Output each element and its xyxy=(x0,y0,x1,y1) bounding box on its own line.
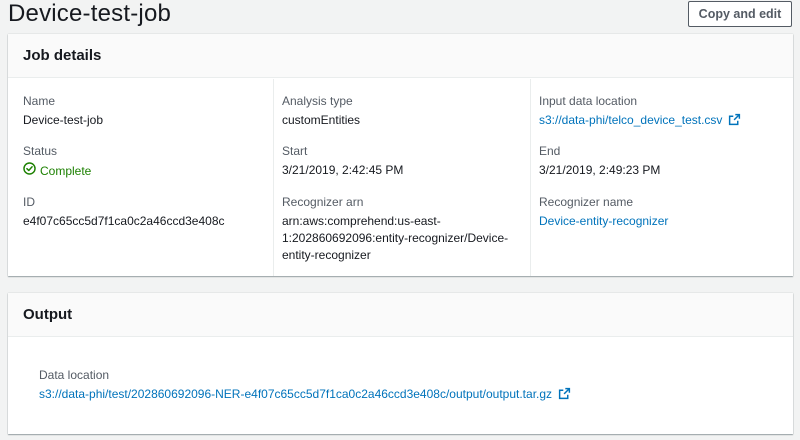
recognizer-arn-line: entity-recognizer xyxy=(282,248,371,262)
status-value: Complete xyxy=(23,162,273,180)
output-title: Output xyxy=(23,306,73,323)
recognizer-arn-line: arn:aws:comprehend:us-east- xyxy=(282,214,441,228)
input-location-link[interactable]: s3://data-phi/telco_device_test.csv xyxy=(539,113,722,127)
output-panel: Output Data location s3://data-phi/test/… xyxy=(8,293,793,434)
start-field: Start 3/21/2019, 2:42:45 PM xyxy=(282,143,530,179)
recognizer-arn-line: 1:202860692096:entity-recognizer/Device- xyxy=(282,231,509,245)
external-link-icon[interactable] xyxy=(558,387,571,405)
page-title: Device-test-job xyxy=(8,0,172,27)
end-field: End 3/21/2019, 2:49:23 PM xyxy=(539,143,790,179)
data-location-field: Data location s3://data-phi/test/2028606… xyxy=(39,367,571,405)
data-location-value: s3://data-phi/test/202860692096-NER-e4f0… xyxy=(39,386,571,405)
name-label: Name xyxy=(23,94,56,108)
status-text: Complete xyxy=(40,163,92,178)
start-label: Start xyxy=(282,144,308,158)
job-details-column-2: Analysis type customEntities Start 3/21/… xyxy=(273,79,530,276)
input-location-label: Input data location xyxy=(539,94,638,108)
id-label: ID xyxy=(23,195,35,209)
end-value: 3/21/2019, 2:49:23 PM xyxy=(539,163,661,177)
job-details-column-3: Input data location s3://data-phi/telco_… xyxy=(530,79,790,276)
id-field: ID e4f07c65cc5d7f1ca0c2a46ccd3e408c xyxy=(23,194,273,230)
job-details-column-1: Name Device-test-job Status Complete ID xyxy=(23,79,273,276)
job-details-header: Job details xyxy=(8,34,793,78)
id-value: e4f07c65cc5d7f1ca0c2a46ccd3e408c xyxy=(23,214,225,228)
recognizer-name-label: Recognizer name xyxy=(539,195,634,209)
status-label: Status xyxy=(23,144,58,158)
input-location-field: Input data location s3://data-phi/telco_… xyxy=(539,93,790,131)
input-location-value: s3://data-phi/telco_device_test.csv xyxy=(539,112,790,131)
name-field: Name Device-test-job xyxy=(23,93,273,129)
job-details-grid: Name Device-test-job Status Complete ID xyxy=(8,79,793,276)
recognizer-arn-field: Recognizer arn arn:aws:comprehend:us-eas… xyxy=(282,194,530,264)
status-field: Status Complete xyxy=(23,143,273,180)
recognizer-name-link[interactable]: Device-entity-recognizer xyxy=(539,214,668,228)
analysis-type-value: customEntities xyxy=(282,113,361,127)
analysis-type-field: Analysis type customEntities xyxy=(282,93,530,129)
data-location-label: Data location xyxy=(39,368,110,382)
copy-and-edit-button[interactable]: Copy and edit xyxy=(688,1,792,27)
end-label: End xyxy=(539,144,561,158)
external-link-icon[interactable] xyxy=(728,113,741,131)
page-header: Device-test-job Copy and edit xyxy=(0,0,800,32)
output-header: Output xyxy=(8,293,793,337)
start-value: 3/21/2019, 2:42:45 PM xyxy=(282,163,404,177)
check-circle-icon xyxy=(23,162,36,180)
recognizer-arn-label: Recognizer arn xyxy=(282,195,364,209)
job-details-panel: Job details Name Device-test-job Status … xyxy=(8,34,793,276)
recognizer-name-field: Recognizer name Device-entity-recognizer xyxy=(539,194,790,230)
recognizer-arn-value: arn:aws:comprehend:us-east- 1:2028606920… xyxy=(282,213,530,264)
data-location-link[interactable]: s3://data-phi/test/202860692096-NER-e4f0… xyxy=(39,387,552,401)
name-value: Device-test-job xyxy=(23,113,104,127)
job-details-title: Job details xyxy=(23,47,102,64)
analysis-type-label: Analysis type xyxy=(282,94,353,108)
recognizer-name-value: Device-entity-recognizer xyxy=(539,213,790,230)
